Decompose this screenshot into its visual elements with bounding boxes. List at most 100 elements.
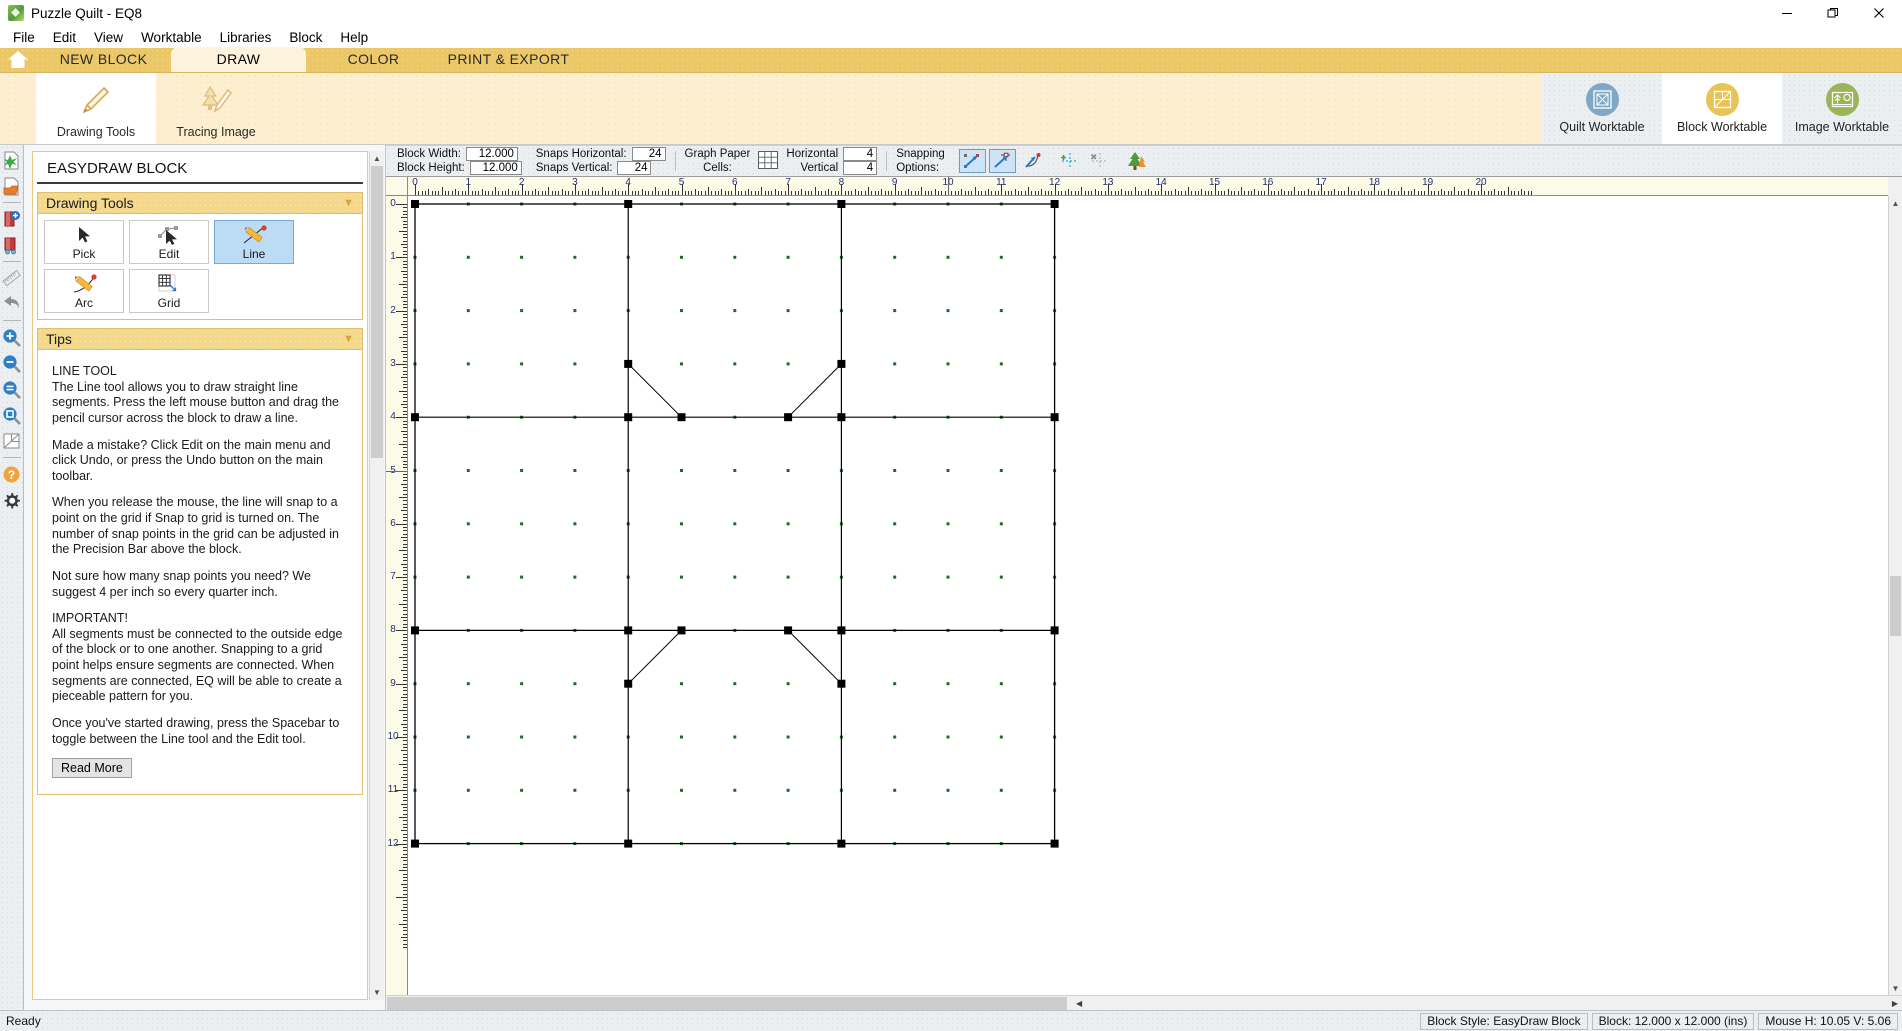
menu-file[interactable]: File: [4, 28, 44, 47]
block-worktable-button[interactable]: Block Worktable: [1662, 73, 1782, 144]
ruler-tick: [901, 191, 903, 195]
scroll-down-button[interactable]: ▼: [370, 985, 384, 1000]
scroll-thumb[interactable]: [387, 997, 1067, 1010]
menu-libraries[interactable]: Libraries: [211, 28, 281, 47]
block-node: [837, 839, 846, 848]
tab-color[interactable]: COLOR: [306, 47, 441, 72]
scroll-right-button[interactable]: ▶: [1892, 999, 1898, 1008]
snap-dot: [946, 469, 950, 472]
block-drawing[interactable]: [408, 196, 1888, 995]
scroll-up-button[interactable]: ▲: [370, 151, 384, 166]
ruler-tick: [594, 191, 596, 195]
ruler-label: 2: [518, 177, 525, 188]
tab-draw[interactable]: DRAW: [171, 47, 306, 72]
menu-block[interactable]: Block: [280, 28, 331, 47]
quilt-worktable-button[interactable]: Quilt Worktable: [1542, 73, 1662, 144]
block-canvas[interactable]: [408, 196, 1888, 995]
ruler-label: 7: [785, 177, 791, 188]
ruler-label: 0: [412, 177, 418, 188]
image-worktable-button[interactable]: Image Worktable: [1782, 73, 1902, 144]
add-to-sketchbook-icon[interactable]: [1, 206, 23, 232]
view-sketchbook-icon[interactable]: [1, 232, 23, 258]
zoom-rect-icon[interactable]: [1, 402, 23, 428]
ruler-tick: [1227, 189, 1229, 195]
ruler-tick: [1024, 191, 1026, 195]
ruler-tick: [691, 191, 693, 195]
tool-grid-button[interactable]: Grid: [129, 269, 209, 313]
snap-dot: [786, 309, 790, 313]
menu-worktable[interactable]: Worktable: [132, 28, 211, 47]
ruler-tick: [403, 873, 407, 875]
snap-to-node-icon[interactable]: [988, 149, 1016, 173]
ruler-tick: [401, 217, 407, 219]
ruler-tick: [1101, 191, 1103, 195]
drawing-tools-section-header[interactable]: Drawing Tools ▼: [37, 192, 363, 214]
zoom-in-icon[interactable]: [1, 324, 23, 350]
graph-paper-grid-icon[interactable]: [757, 149, 779, 174]
ribbon-drawing-tools-button[interactable]: Drawing Tools: [36, 73, 156, 144]
settings-icon[interactable]: [1, 487, 23, 513]
ruler-tick: [403, 343, 407, 345]
ruler-tick: [924, 191, 926, 195]
new-block-icon[interactable]: [1, 147, 23, 173]
minimize-button[interactable]: [1764, 0, 1810, 26]
zoom-fit-icon[interactable]: [1, 376, 23, 402]
tool-pick-button[interactable]: Pick: [44, 220, 124, 264]
graph-horizontal-input[interactable]: 4: [843, 147, 878, 161]
tool-arc-button[interactable]: Arc: [44, 269, 124, 313]
ruler-tick: [401, 883, 407, 885]
home-button[interactable]: [0, 47, 36, 72]
show-graph-paper-icon[interactable]: [1057, 149, 1084, 173]
ruler-tick: [403, 290, 407, 292]
tips-section-header[interactable]: Tips ▼: [37, 328, 363, 350]
ruler-icon[interactable]: [1, 265, 23, 291]
ruler-tick: [464, 191, 466, 195]
ruler-tick: [921, 187, 923, 195]
ruler-tick: [784, 191, 786, 195]
open-icon[interactable]: [1, 173, 23, 199]
restore-button[interactable]: [1810, 0, 1856, 26]
ruler-tick: [1067, 189, 1069, 195]
snap-to-grid-icon[interactable]: [958, 149, 986, 173]
menu-edit[interactable]: Edit: [44, 28, 85, 47]
canvas-horizontal-scrollbar[interactable]: ◀ ▶: [386, 995, 1902, 1010]
hide-graph-paper-icon[interactable]: [1087, 149, 1114, 173]
tab-print-export[interactable]: PRINT & EXPORT: [441, 47, 576, 72]
scroll-thumb[interactable]: [371, 166, 383, 458]
ruler-tick: [403, 467, 407, 469]
close-button[interactable]: [1856, 0, 1902, 26]
ruler-label: 16: [1262, 177, 1274, 188]
refresh-block-icon[interactable]: [1, 428, 23, 454]
help-icon[interactable]: ?: [1, 461, 23, 487]
scroll-left-button[interactable]: ◀: [1076, 999, 1082, 1008]
zoom-out-icon[interactable]: [1, 350, 23, 376]
tool-edit-button[interactable]: Edit: [129, 220, 209, 264]
scroll-up-button[interactable]: ▲: [1889, 196, 1902, 210]
ruler-tick: [561, 189, 563, 195]
scroll-down-button[interactable]: ▼: [1889, 981, 1902, 995]
menu-view[interactable]: View: [85, 28, 132, 47]
chevron-down-icon[interactable]: ▼: [343, 333, 354, 345]
undo-icon[interactable]: [1, 291, 23, 317]
tab-new-block[interactable]: NEW BLOCK: [36, 47, 171, 72]
block-height-input[interactable]: 12.000: [469, 161, 522, 175]
ruler-tick: [957, 191, 959, 195]
graph-vertical-input[interactable]: 4: [843, 161, 878, 175]
tool-line-button[interactable]: Line: [214, 220, 294, 264]
snap-to-arc-icon[interactable]: [1019, 149, 1046, 173]
chevron-down-icon[interactable]: ▼: [343, 197, 354, 209]
ruler-tick: [401, 377, 407, 379]
ruler-tick: [403, 677, 407, 679]
auto-fill-tree-icon[interactable]: [1125, 149, 1152, 173]
snaps-horizontal-input[interactable]: 24: [631, 147, 666, 161]
ruler-tick: [403, 793, 407, 795]
ribbon-tracing-image-button[interactable]: Tracing Image: [156, 73, 276, 144]
canvas-vertical-scrollbar[interactable]: ▲ ▼: [1888, 196, 1902, 995]
snaps-vertical-input[interactable]: 24: [617, 161, 652, 175]
menu-help[interactable]: Help: [331, 28, 377, 47]
scroll-thumb[interactable]: [1890, 576, 1901, 636]
block-diagonal: [627, 363, 682, 418]
read-more-button[interactable]: Read More: [52, 758, 132, 779]
left-panel-scrollbar[interactable]: ▲ ▼: [369, 151, 384, 1000]
block-width-input[interactable]: 12.000: [465, 147, 518, 161]
